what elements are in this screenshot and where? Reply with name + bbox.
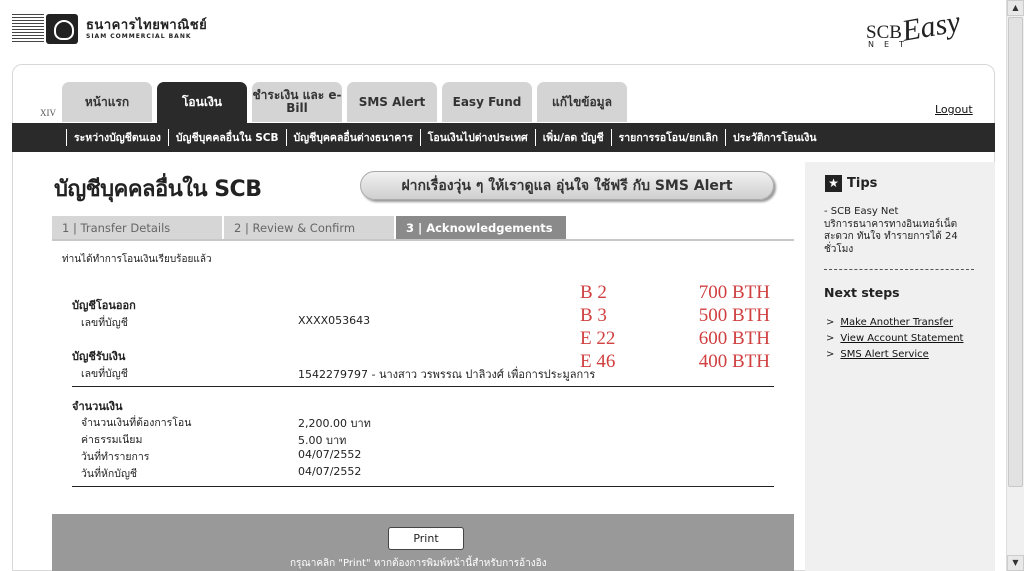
list-item: > Make Another Transfer (826, 315, 963, 331)
tips-title: Tips (847, 176, 878, 191)
sms-alert-service-link[interactable]: SMS Alert Service (840, 349, 928, 360)
page-title: บัญชีบุคคลอื่นใน SCB (54, 177, 262, 202)
subnav-overseas[interactable]: โอนเงินไปต่างประเทศ (419, 129, 535, 146)
bank-name-th: ธนาคารไทยพาณิชย์ (86, 17, 208, 33)
note-row: B 2 700 BTH (580, 281, 770, 304)
subnav-add-remove-account[interactable]: เพิ่ม/ลด บัญชี (534, 129, 611, 146)
list-item: > View Account Statement (826, 331, 963, 347)
note-amount: 500 BTH (698, 305, 770, 326)
subnav-history[interactable]: ประวัติการโอนเงิน (725, 129, 824, 146)
bank-name-en: SIAM COMMERCIAL BANK (86, 32, 192, 40)
success-message: ท่านได้ทำการโอนเงินเรียบร้อยแล้ว (62, 254, 212, 265)
vertical-scrollbar[interactable]: ▲ ▼ (1006, 0, 1024, 571)
note-code: B 3 (580, 305, 607, 326)
make-another-transfer-link[interactable]: Make Another Transfer (840, 317, 953, 328)
step-review-confirm: 2 | Review & Confirm (224, 216, 394, 239)
subnav-other-scb[interactable]: บัญชีบุคคลอื่นใน SCB (167, 129, 286, 146)
next-steps-list: > Make Another Transfer > View Account Sta… (826, 315, 963, 363)
fee-label: ค่าธรรมเนียม (81, 434, 143, 446)
tips-separator (824, 269, 974, 270)
logo-stripes (12, 14, 44, 44)
bank-emblem-icon (46, 14, 78, 44)
subnav-own-accounts[interactable]: ระหว่างบัญชีตนเอง (66, 129, 168, 146)
view-account-statement-link[interactable]: View Account Statement (840, 333, 963, 344)
main-tabs: หน้าแรก โอนเงิน ชำระเงิน และ e-Bill SMS … (62, 82, 627, 123)
print-button[interactable]: Print (388, 527, 464, 550)
note-code: E 22 (580, 328, 616, 349)
amount-label: จำนวนเงินที่ต้องการโอน (81, 417, 192, 429)
amount-value: 2,200.00 บาท (298, 417, 371, 430)
note-code: B 2 (580, 282, 607, 303)
scb-logo: ธนาคารไทยพาณิชย์ SIAM COMMERCIAL BANK (12, 12, 212, 46)
debit-date-value: 04/07/2552 (298, 465, 362, 478)
tips-heading: ★ Tips (825, 175, 877, 192)
star-icon: ★ (825, 175, 842, 192)
divider (72, 386, 774, 387)
fee-value: 5.00 บาท (298, 434, 347, 447)
divider (72, 486, 774, 487)
tab-edit-profile[interactable]: แก้ไขข้อมูล (537, 82, 627, 122)
to-account-heading: บัญชีรับเงิน (72, 350, 126, 363)
scroll-thumb[interactable] (1008, 17, 1023, 487)
note-code: E 46 (580, 351, 616, 372)
subnav-pending-cancel[interactable]: รายการรอโอน/ยกเลิก (610, 129, 725, 146)
from-account-heading: บัญชีโอนออก (72, 299, 136, 312)
tab-payment-ebill[interactable]: ชำระเงิน และ e-Bill (252, 82, 342, 122)
transaction-date-label: วันที่ทำรายการ (81, 451, 150, 463)
debit-date-label: วันที่หักบัญชี (81, 468, 138, 480)
tab-home[interactable]: หน้าแรก (62, 82, 152, 122)
step-acknowledgements: 3 | Acknowledgements (396, 216, 566, 239)
tips-line-1: - SCB Easy Net (824, 206, 899, 217)
scb-easy-net-logo: SCB Easy NET (866, 5, 970, 52)
note-amount: 400 BTH (698, 351, 770, 372)
tab-sms-alert[interactable]: SMS Alert (347, 82, 437, 122)
next-steps-heading: Next steps (824, 285, 900, 300)
amount-heading: จำนวนเงิน (72, 400, 123, 413)
tips-line-2: บริการธนาคารทางอินเทอร์เน็ต สะดวก ทันใจ … (824, 218, 958, 255)
logout-link[interactable]: Logout (935, 103, 973, 116)
sub-navigation: ระหว่างบัญชีตนเอง บัญชีบุคคลอื่นใน SCB บ… (12, 123, 995, 152)
handwritten-notes: B 2 700 BTH B 3 500 BTH E 22 600 BTH E 46 40… (580, 281, 770, 373)
sms-alert-promo-banner[interactable]: ฝากเรื่องวุ่น ๆ ให้เราดูแล อุ่นใจ ใช้ฟรี… (360, 171, 774, 200)
scroll-up-icon[interactable]: ▲ (1007, 0, 1024, 16)
chevron-right-icon: > (826, 333, 835, 344)
note-row: E 46 400 BTH (580, 350, 770, 373)
note-row: B 3 500 BTH (580, 304, 770, 327)
print-hint: กรุณาคลิก "Print" หากต้องการพิมพ์หน้านี้… (290, 558, 547, 569)
version-label: XIV (40, 108, 56, 118)
note-amount: 700 BTH (698, 282, 770, 303)
tab-transfer[interactable]: โอนเงิน (157, 82, 247, 123)
to-account-value: 1542279797 - นางสาว วรพรรณ ปาลิวงศ์ เพื่… (298, 368, 596, 381)
chevron-right-icon: > (826, 349, 835, 360)
transaction-date-value: 04/07/2552 (298, 448, 362, 461)
step-transfer-details: 1 | Transfer Details (52, 216, 222, 239)
progress-steps: 1 | Transfer Details 2 | Review & Confir… (52, 216, 794, 241)
note-amount: 600 BTH (698, 328, 770, 349)
list-item: > SMS Alert Service (826, 347, 963, 363)
brand-net: NET (868, 40, 914, 49)
subnav-other-bank[interactable]: บัญชีบุคคลอื่นต่างธนาคาร (285, 129, 420, 146)
chevron-right-icon: > (826, 317, 835, 328)
scroll-down-icon[interactable]: ▼ (1007, 555, 1024, 571)
to-account-label: เลขที่บัญชี (81, 368, 128, 380)
tips-body: - SCB Easy Net บริการธนาคารทางอินเทอร์เน… (824, 206, 984, 256)
from-account-value: XXXX053643 (298, 314, 371, 327)
note-row: E 22 600 BTH (580, 327, 770, 350)
from-account-label: เลขที่บัญชี (81, 317, 128, 329)
tab-easy-fund[interactable]: Easy Fund (442, 82, 532, 122)
